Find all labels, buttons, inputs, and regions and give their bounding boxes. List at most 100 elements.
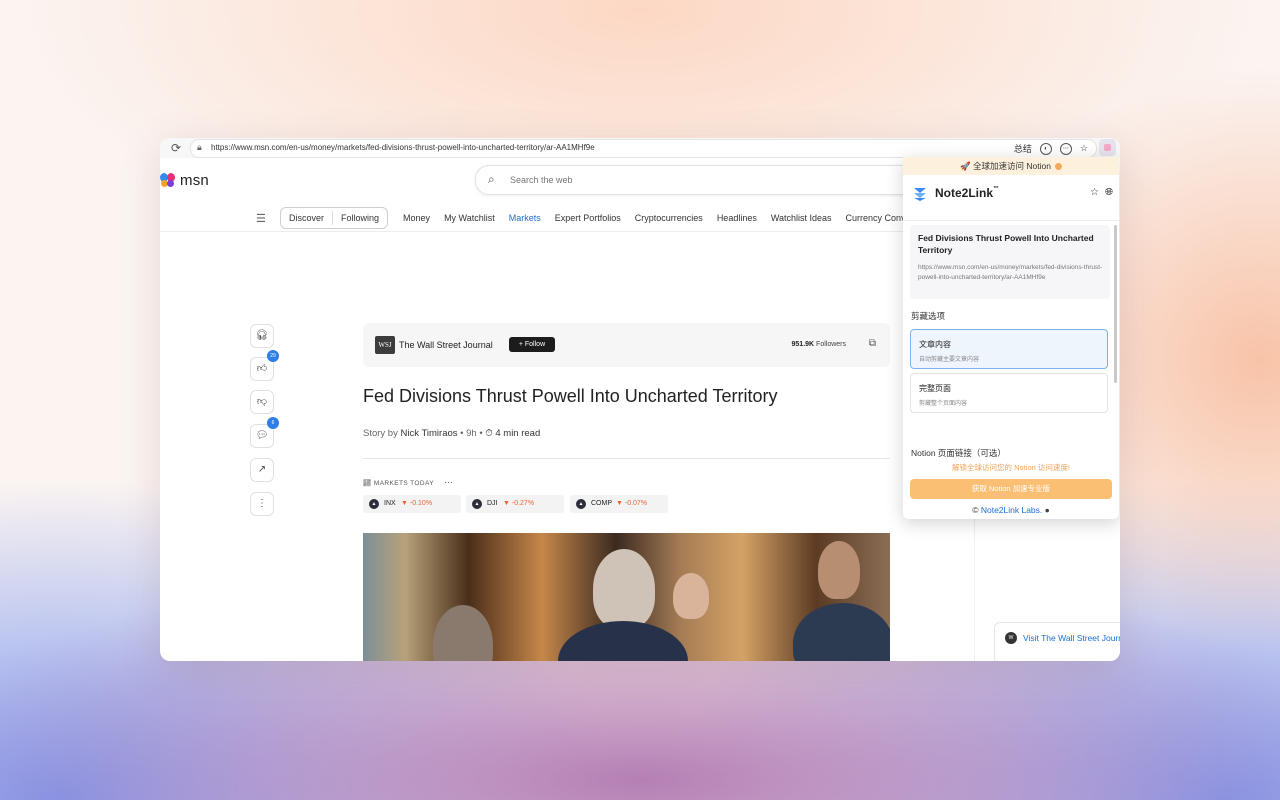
headphones-icon: 🎧︎ [255,330,269,341]
ticker-symbol: DJI [487,500,498,507]
byline-divider [363,458,890,459]
butterfly-icon [160,172,178,189]
option-description: 自动剪藏主要文章内容 [919,357,980,363]
more-options-button[interactable]: ⋮ [250,492,274,516]
option-full-page[interactable]: 完整页面 剪藏整个页面内容 [910,373,1108,413]
nav-headlines[interactable]: Headlines [717,213,757,223]
comment-button[interactable]: 💬︎ 6 [250,417,279,448]
ticker-change: ▼ -0.10% [401,500,433,507]
page-title: Fed Divisions Thrust Powell Into Unchart… [918,233,1094,255]
vertical-dots-icon: ⋮ [257,498,267,509]
promo-text: 🚀 全球加速访问 Notion [960,161,1051,171]
ticker-comp[interactable]: ▲ COMP ▼ -0.07% [570,495,668,513]
globe-icon[interactable]: 🌐︎ [1105,187,1113,198]
unlock-link[interactable]: 解锁全球访问您的 Notion 访问速度! [903,462,1119,473]
address-bar-row: ⟳ 🔒︎ https://www.msn.com/en-us/money/mar… [160,138,1120,158]
popup-divider [903,220,1119,221]
dislike-button[interactable]: 👎︎ [250,390,274,414]
nav-cryptocurrencies[interactable]: Cryptocurrencies [635,213,703,223]
open-external-icon[interactable]: ⧉ [869,338,876,349]
nav-watchlist-ideas[interactable]: Watchlist Ideas [771,213,832,223]
story-by-label: Story by [363,428,398,439]
listen-button[interactable]: 🎧︎ [250,324,274,348]
read-time: 4 min read [495,428,541,439]
thumbs-down-icon: 👎︎ [256,396,268,407]
nav-expert-portfolios[interactable]: Expert Portfolios [555,213,621,223]
markets-today-header: 📈︎ MARKETS TODAY ⋯ [363,477,453,488]
address-bar-actions: 总结 ◐ ⋯ ☆ [1014,142,1088,155]
markets-more-icon[interactable]: ⋯ [444,477,453,487]
browser-window: ⟳ 🔒︎ https://www.msn.com/en-us/money/mar… [160,138,1120,661]
share-button[interactable]: ↗ [250,458,274,482]
url-field[interactable]: 🔒︎ https://www.msn.com/en-us/money/marke… [190,139,1097,158]
star-icon[interactable]: ☆ [1090,187,1099,198]
search-icon: ⌕ [488,172,495,186]
notion-link-label: Notion 页面链接（可选） [911,448,1006,458]
discover-following-toggle: Discover Following [280,207,389,229]
note2link-popup: 🚀 全球加速访问 Notion Note2Link™ ☆ 🌐︎ Fed Divi… [903,157,1119,519]
author-link[interactable]: Nick Timiraos [401,428,458,439]
clip-options-label: 剪藏选项 [911,311,946,321]
brand-name: Note2Link™ [935,186,1000,200]
follow-button[interactable]: + Follow [509,337,555,352]
ticker-inx[interactable]: ▲ INX ▼ -0.10% [363,495,461,513]
followers-count: 951.9K Followers [791,341,846,348]
publisher-logo[interactable]: WSJ [375,336,395,354]
markets-today-label: MARKETS TODAY [373,480,434,487]
page-url: https://www.msn.com/en-us/money/markets/… [918,264,1103,281]
get-pro-button[interactable]: 获取 Notion 加速专业版 [910,479,1112,499]
pill-divider [332,211,334,225]
msn-logo[interactable]: msn [160,172,209,189]
search-input[interactable]: ⌕ Search the web [475,165,917,195]
article-byline: Story by Nick Timiraos • 9h • ⏱ 4 min re… [363,428,540,439]
option-title: 文章内容 [919,340,951,349]
photo-suit [558,621,688,661]
logo-text: msn [180,172,209,189]
url-text: https://www.msn.com/en-us/money/markets/… [211,143,595,152]
ticker-symbol: INX [384,500,396,507]
visit-publisher-link[interactable]: Visit The Wall Street Journ [1023,633,1120,643]
ticker-dji[interactable]: ▲ DJI ▼ -0.27% [466,495,564,513]
tab-following[interactable]: Following [337,213,383,223]
summary-button[interactable]: 总结 [1014,142,1032,155]
comment-count-badge: 6 [267,417,279,429]
more-icon[interactable]: ⋯ [1059,142,1072,155]
ticker-symbol: COMP [591,500,612,507]
like-button[interactable]: 👍︎ 29 [250,350,279,381]
article-age: • 9h • [460,428,483,439]
publisher-icon: W [1005,632,1017,644]
tab-discover[interactable]: Discover [285,213,328,223]
search-placeholder: Search the web [510,175,573,185]
ticker-change: ▼ -0.27% [503,500,535,507]
popup-actions: ☆ 🌐︎ [1090,187,1113,198]
copyright-symbol: © [972,505,979,515]
visit-publisher-card[interactable]: W Visit The Wall Street Journ [994,622,1120,661]
nav-money[interactable]: Money [403,213,430,223]
promo-dot-icon [1054,163,1062,171]
lock-icon: 🔒︎ [197,142,202,152]
photo-person [673,573,709,619]
copilot-icon[interactable]: ◐ [1039,142,1052,155]
github-icon[interactable]: ● [1045,505,1050,515]
timer-icon: ⏱ [485,428,493,439]
option-article-content[interactable]: 文章内容 自动剪藏主要文章内容 [910,329,1108,369]
category-nav: ☰ Discover Following Money My Watchlist … [256,207,953,229]
photo-person [593,549,655,629]
nav-my-watchlist[interactable]: My Watchlist [444,213,495,223]
labs-link[interactable]: Note2Link Labs. [981,505,1042,515]
favorite-star-icon[interactable]: ☆ [1080,143,1088,154]
ticker-logo-icon: ▲ [472,499,482,509]
extension-icon[interactable] [1099,139,1116,156]
option-description: 剪藏整个页面内容 [919,401,968,407]
reload-icon[interactable]: ⟳ [168,140,184,156]
ticker-logo-icon: ▲ [369,499,379,509]
page-info-card: Fed Divisions Thrust Powell Into Unchart… [910,225,1110,299]
nav-markets[interactable]: Markets [509,213,541,223]
option-title: 完整页面 [919,384,951,393]
hamburger-menu-icon[interactable]: ☰ [256,212,270,225]
photo-suit [793,603,890,661]
article-headline: Fed Divisions Thrust Powell Into Unchart… [363,386,778,406]
promo-banner[interactable]: 🚀 全球加速访问 Notion [903,157,1119,175]
publisher-name[interactable]: The Wall Street Journal [399,340,493,350]
popup-scrollbar[interactable] [1114,225,1117,383]
